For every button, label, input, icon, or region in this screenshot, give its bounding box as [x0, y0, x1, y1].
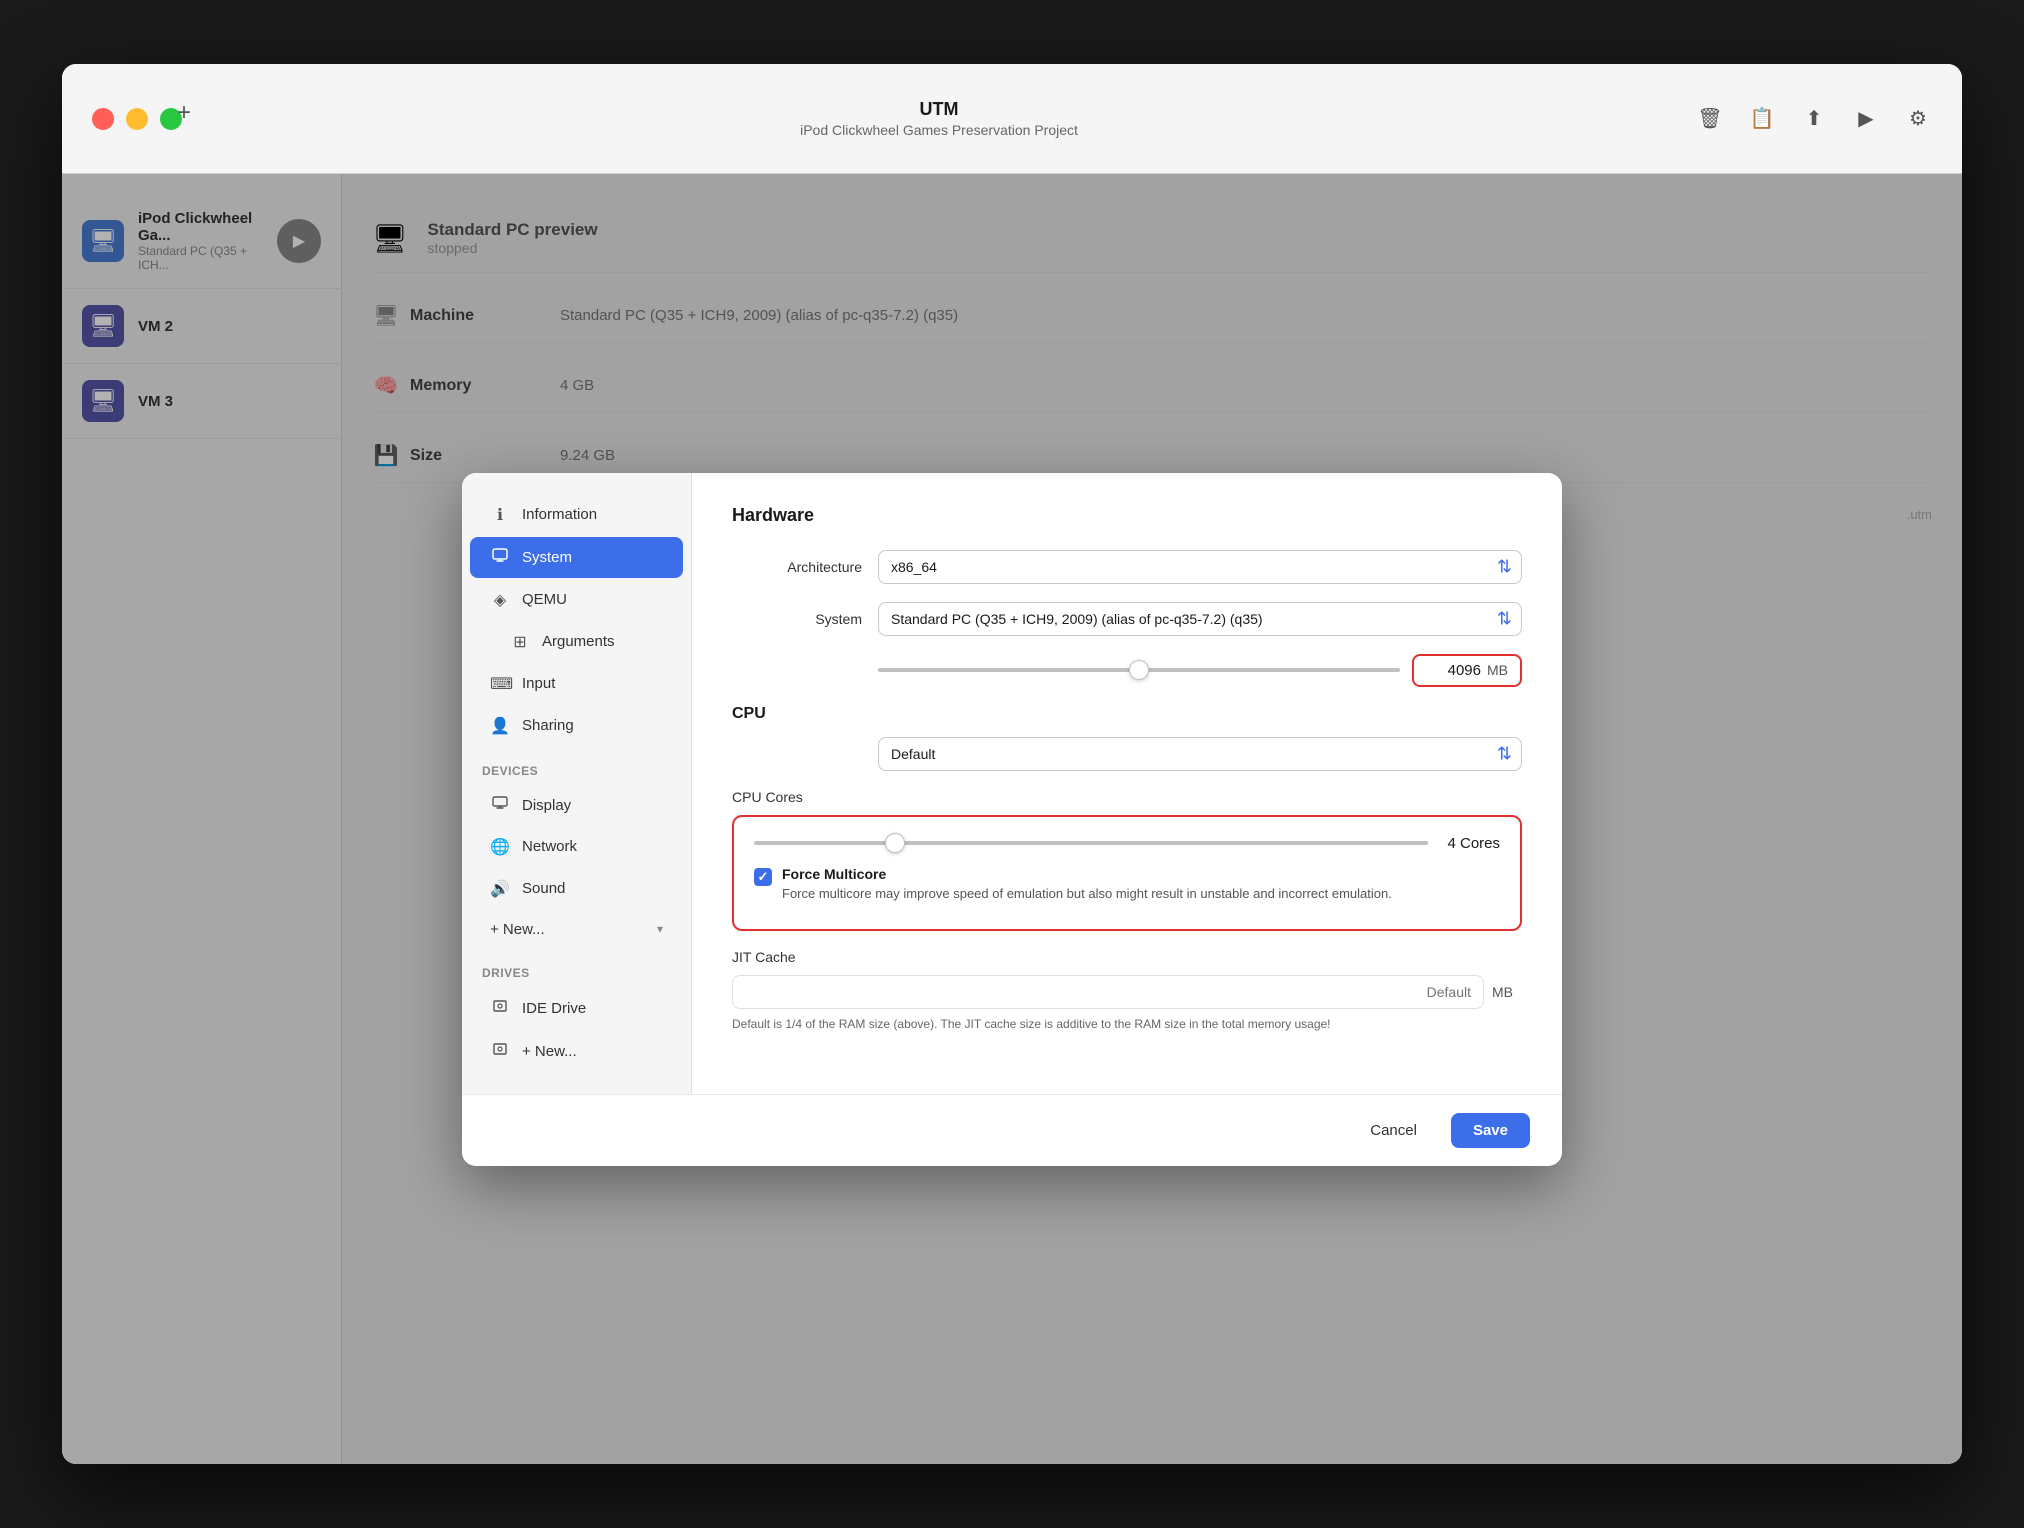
sidebar-item-arguments[interactable]: ⊞ Arguments: [470, 622, 683, 662]
sidebar-item-ide-drive-label: IDE Drive: [522, 1000, 586, 1017]
sidebar-item-system[interactable]: System: [470, 537, 683, 578]
sidebar-item-system-label: System: [522, 549, 572, 566]
jit-desc: Default is 1/4 of the RAM size (above). …: [732, 1017, 1522, 1031]
ram-unit: MB: [1487, 662, 1508, 678]
macos-window: + UTM iPod Clickwheel Games Preservation…: [62, 64, 1962, 1464]
add-vm-icon[interactable]: +: [177, 99, 191, 127]
toolbar-actions: 🗑 📋 ⬆ ▶ ⚙: [1696, 105, 1932, 133]
modal-footer: Cancel Save: [462, 1094, 1562, 1166]
force-multicore-content: Force Multicore Force multicore may impr…: [782, 866, 1392, 901]
modal-main-content: Hardware Architecture x86_64 ⇅: [692, 473, 1562, 1094]
cpu-cores-label: CPU Cores: [732, 789, 1522, 805]
sidebar-item-input-label: Input: [522, 675, 555, 692]
sidebar-item-sharing-label: Sharing: [522, 717, 574, 734]
arguments-icon: ⊞: [510, 632, 530, 652]
architecture-row: Architecture x86_64 ⇅: [732, 550, 1522, 584]
cores-value: 4 Cores: [1440, 835, 1500, 852]
sidebar-item-network-label: Network: [522, 838, 577, 855]
traffic-lights: [92, 108, 182, 130]
force-multicore-row: Force Multicore Force multicore may impr…: [754, 866, 1500, 901]
sidebar-item-information[interactable]: ℹ Information: [470, 495, 683, 535]
sidebar-item-new-drive[interactable]: + New...: [470, 1031, 683, 1072]
sidebar-item-input[interactable]: ⌨ Input: [470, 664, 683, 704]
modal-body: ℹ Information: [462, 473, 1562, 1094]
delete-icon[interactable]: 🗑: [1696, 105, 1724, 133]
system-select-wrapper: Standard PC (Q35 + ICH9, 2009) (alias of…: [878, 602, 1522, 636]
system-row: System Standard PC (Q35 + ICH9, 2009) (a…: [732, 602, 1522, 636]
chevron-down-icon: ▾: [657, 922, 663, 936]
force-multicore-desc: Force multicore may improve speed of emu…: [782, 886, 1392, 901]
sidebar-item-sound-label: Sound: [522, 880, 565, 897]
information-icon: ℹ: [490, 505, 510, 525]
sound-icon: 🔊: [490, 879, 510, 899]
close-button[interactable]: [92, 108, 114, 130]
devices-section-label: Devices: [462, 748, 691, 784]
minimize-button[interactable]: [126, 108, 148, 130]
ide-drive-icon: [490, 998, 510, 1019]
force-multicore-checkbox[interactable]: [754, 868, 772, 886]
display-icon: [490, 796, 510, 815]
drives-section-label: Drives: [462, 950, 691, 986]
sidebar-item-display-label: Display: [522, 797, 571, 814]
title-bar: + UTM iPod Clickwheel Games Preservation…: [62, 64, 1962, 174]
sidebar-item-sharing[interactable]: 👤 Sharing: [470, 706, 683, 746]
ram-slider[interactable]: [878, 668, 1400, 672]
settings-icon[interactable]: ⚙: [1904, 105, 1932, 133]
cpu-section-title: CPU: [732, 705, 1522, 723]
sidebar-item-sound[interactable]: 🔊 Sound: [470, 869, 683, 909]
save-button[interactable]: Save: [1451, 1113, 1530, 1148]
play-icon[interactable]: ▶: [1852, 105, 1880, 133]
sidebar-item-information-label: Information: [522, 506, 597, 523]
architecture-select[interactable]: x86_64: [878, 550, 1522, 584]
force-multicore-label: Force Multicore: [782, 866, 1392, 882]
system-icon: [490, 547, 510, 568]
cores-slider-row: 4 Cores: [754, 835, 1500, 852]
network-icon: 🌐: [490, 837, 510, 857]
hardware-section-title: Hardware: [732, 505, 1522, 526]
settings-modal: ℹ Information: [462, 473, 1562, 1166]
ram-value: 4096: [1448, 662, 1481, 679]
cpu-select[interactable]: Default: [878, 737, 1522, 771]
qemu-icon: ◈: [490, 590, 510, 610]
app-subtitle: iPod Clickwheel Games Preservation Proje…: [800, 122, 1078, 138]
title-center: UTM iPod Clickwheel Games Preservation P…: [182, 99, 1696, 138]
new-device-label: + New...: [490, 921, 545, 938]
jit-cache-title: JIT Cache: [732, 949, 1522, 965]
cancel-button[interactable]: Cancel: [1348, 1113, 1439, 1148]
app-title: UTM: [920, 99, 959, 120]
architecture-label: Architecture: [732, 559, 862, 575]
sidebar-item-qemu-label: QEMU: [522, 591, 567, 608]
ram-slider-wrapper: 4096 MB: [878, 654, 1522, 687]
cpu-select-wrapper: Default ⇅: [878, 737, 1522, 771]
jit-unit: MB: [1492, 984, 1522, 1000]
new-device-row[interactable]: + New... ▾: [470, 911, 683, 948]
sidebar-item-display[interactable]: Display: [470, 786, 683, 825]
modal-overlay: ℹ Information: [62, 174, 1962, 1464]
sidebar-item-new-drive-label: + New...: [522, 1043, 577, 1060]
system-select[interactable]: Standard PC (Q35 + ICH9, 2009) (alias of…: [878, 602, 1522, 636]
modal-sidebar: ℹ Information: [462, 473, 692, 1094]
content-area: 🖥 iPod Clickwheel Ga... Standard PC (Q35…: [62, 174, 1962, 1464]
ram-value-box: 4096 MB: [1412, 654, 1522, 687]
sharing-icon: 👤: [490, 716, 510, 736]
architecture-select-wrapper: x86_64 ⇅: [878, 550, 1522, 584]
sidebar-item-network[interactable]: 🌐 Network: [470, 827, 683, 867]
system-label: System: [732, 611, 862, 627]
ram-row: 4096 MB: [732, 654, 1522, 687]
share-icon[interactable]: ⬆: [1800, 105, 1828, 133]
copy-icon[interactable]: 📋: [1748, 105, 1776, 133]
sidebar-item-ide-drive[interactable]: IDE Drive: [470, 988, 683, 1029]
cpu-row: Default ⇅: [732, 737, 1522, 771]
sidebar-item-qemu[interactable]: ◈ QEMU: [470, 580, 683, 620]
sidebar-item-arguments-label: Arguments: [542, 633, 615, 650]
jit-cache-section: JIT Cache MB Default is 1/4 of the RAM s…: [732, 949, 1522, 1031]
input-icon: ⌨: [490, 674, 510, 694]
jit-cache-input[interactable]: [732, 975, 1484, 1009]
cores-slider[interactable]: [754, 841, 1428, 845]
new-drive-icon: [490, 1041, 510, 1062]
cpu-cores-box: 4 Cores Force Multicore Force multicore …: [732, 815, 1522, 931]
jit-input-row: MB: [732, 975, 1522, 1009]
